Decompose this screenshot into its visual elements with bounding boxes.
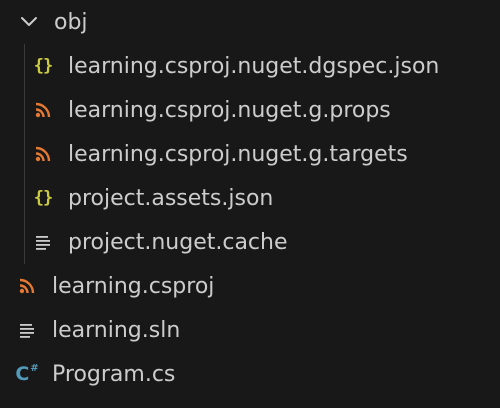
file-item[interactable]: learning.csproj.nuget.g.props <box>0 88 500 132</box>
json-braces-icon: {} <box>33 188 53 208</box>
file-item[interactable]: {} learning.csproj.nuget.dgspec.json <box>0 44 500 88</box>
file-label: project.assets.json <box>68 185 274 211</box>
file-label: learning.csproj.nuget.g.props <box>68 97 391 123</box>
file-label: learning.csproj <box>52 273 215 299</box>
file-label: learning.csproj.nuget.g.targets <box>68 141 408 167</box>
file-label: learning.sln <box>52 317 181 343</box>
text-lines-icon <box>30 229 56 255</box>
file-explorer: obj {} learning.csproj.nuget.dgspec.json… <box>0 0 500 408</box>
rss-feed-icon <box>30 97 56 123</box>
file-item[interactable]: learning.csproj <box>0 264 500 308</box>
folder-obj[interactable]: obj <box>0 0 500 44</box>
rss-feed-icon <box>30 141 56 167</box>
file-label: learning.csproj.nuget.dgspec.json <box>68 53 440 79</box>
file-label: project.nuget.cache <box>68 229 288 255</box>
chevron-down-icon[interactable] <box>16 9 42 35</box>
text-lines-icon <box>14 317 40 343</box>
csharp-icon: C # <box>15 362 39 386</box>
file-label: Program.cs <box>52 361 176 387</box>
file-item[interactable]: learning.sln <box>0 308 500 352</box>
file-item[interactable]: {} project.assets.json <box>0 176 500 220</box>
file-item[interactable]: learning.csproj.nuget.g.targets <box>0 132 500 176</box>
file-item[interactable]: C # Program.cs <box>0 352 500 396</box>
folder-label: obj <box>54 9 88 35</box>
json-braces-icon: {} <box>33 56 53 76</box>
file-item[interactable]: project.nuget.cache <box>0 220 500 264</box>
rss-feed-icon <box>14 273 40 299</box>
